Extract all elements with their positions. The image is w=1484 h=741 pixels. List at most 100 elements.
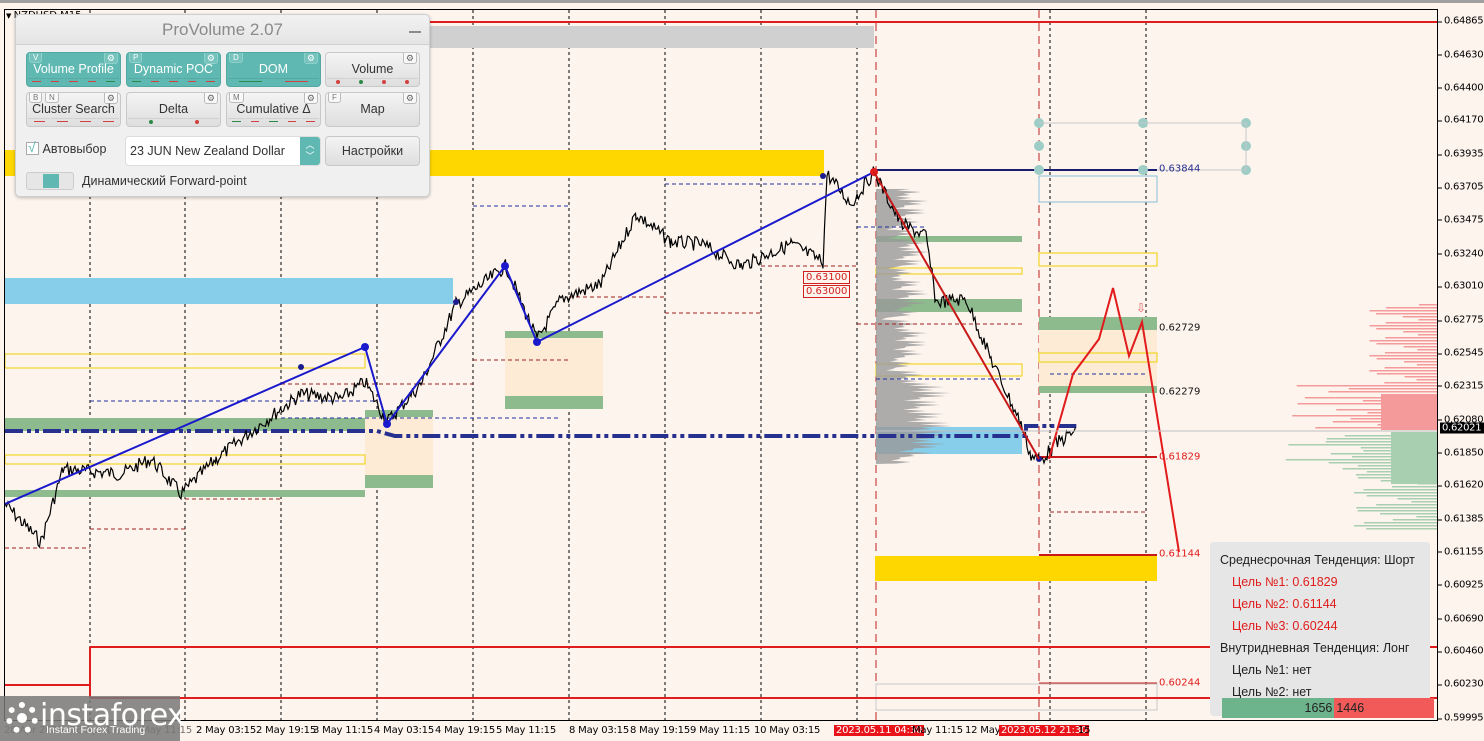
indicator-button-delta[interactable]: ⚙ Delta bbox=[126, 92, 221, 127]
dom-ask-bar bbox=[1402, 316, 1437, 318]
dom-bid-bar bbox=[1391, 432, 1437, 484]
price-mark-63000: 0.63000 bbox=[803, 285, 851, 298]
spinner-icon[interactable]: ︿ ﹀ bbox=[300, 137, 320, 165]
dom-bid-bar bbox=[1354, 525, 1437, 527]
dom-ask-bar bbox=[1376, 358, 1437, 360]
dom-ask-bar bbox=[1403, 331, 1437, 333]
dom-bid-bar bbox=[1380, 513, 1437, 515]
status-mark bbox=[97, 118, 119, 125]
dom-ask-bar bbox=[1384, 367, 1437, 369]
indicator-button-label: Cumulative Δ bbox=[236, 102, 311, 116]
dom-ask-bar bbox=[1384, 352, 1437, 354]
auto-select-checkbox[interactable]: Автовыбор bbox=[26, 139, 107, 156]
indicator-button-label: Volume bbox=[351, 62, 394, 76]
status-marks bbox=[228, 118, 320, 125]
volume-profile-histogram bbox=[876, 189, 954, 464]
swing-point bbox=[533, 338, 541, 346]
dom-bid-bar bbox=[1363, 522, 1437, 524]
status-mark bbox=[201, 78, 220, 85]
status-marks bbox=[128, 118, 219, 125]
status-mark bbox=[301, 118, 320, 125]
time-tick: 2023.05.12 21:30 bbox=[999, 725, 1090, 736]
indicator-button-map[interactable]: F ⚙ Map bbox=[325, 92, 420, 127]
price-tick: 0.64865 bbox=[1437, 15, 1484, 27]
indicator-button-label: Delta bbox=[158, 102, 189, 116]
dom-ask-bar bbox=[1376, 343, 1437, 345]
time-tick: 8 May 19:15 bbox=[630, 725, 691, 736]
time-axis[interactable]: 28 Apr 202328 Apr 19:151 May 11:152 May … bbox=[4, 721, 1438, 741]
time-tick: 15 bbox=[1078, 725, 1091, 736]
dom-ask-bar bbox=[1348, 388, 1437, 390]
dom-bid-bar bbox=[1376, 504, 1437, 506]
status-mark bbox=[101, 78, 120, 85]
panel-title-bar[interactable]: ProVolume 2.07 bbox=[16, 15, 429, 45]
status-mark bbox=[74, 118, 96, 125]
provolume-panel[interactable]: ProVolume 2.07 V ⚙ Volume Profile P ⚙ Dynamic… bbox=[15, 14, 430, 197]
status-mark bbox=[228, 78, 273, 85]
price-tick: 0.64400 bbox=[1437, 82, 1484, 94]
price-axis[interactable]: 0.64865 0.64630 0.64400 0.64170 0.63935 0.637… bbox=[1437, 9, 1484, 724]
dom-bid-bar bbox=[1354, 492, 1437, 494]
instrument-select[interactable]: 23 JUN New Zealand Dollar ︿ ﹀ bbox=[125, 136, 321, 166]
dom-bid-bar bbox=[1416, 516, 1437, 518]
medium-target-1: Цель №1: 0.61829 bbox=[1232, 575, 1338, 589]
indicator-button-label: Dynamic POC bbox=[133, 62, 214, 76]
status-mark bbox=[350, 78, 372, 85]
indicator-button-volume[interactable]: ⚙ Volume bbox=[325, 52, 420, 87]
sell-volume: 1446 bbox=[1334, 698, 1434, 718]
zigzag-trend-line bbox=[5, 171, 875, 505]
level-label-zone-bottom: 0.62279 bbox=[1159, 386, 1201, 398]
dom-ask-bar bbox=[1296, 385, 1437, 387]
down-arrow-icon: ⇩ bbox=[1136, 301, 1146, 315]
current-price-label: 0.62021 bbox=[1440, 422, 1484, 434]
dom-ask-bar bbox=[1386, 307, 1437, 309]
dom-bid-bar bbox=[1397, 498, 1437, 500]
indicator-button-dynamic-poc[interactable]: P ⚙ Dynamic POC bbox=[126, 52, 221, 87]
indicator-button-dom[interactable]: D ⚙ DOM bbox=[226, 52, 321, 87]
settings-button[interactable]: Настройки bbox=[325, 136, 420, 166]
dom-ask-bar bbox=[1416, 364, 1437, 366]
intraday-target-2: Цель №2: нет bbox=[1232, 685, 1312, 699]
price-tick: 0.60230 bbox=[1437, 678, 1484, 690]
time-tick: 3 May 11:15 bbox=[313, 725, 374, 736]
status-mark bbox=[146, 78, 164, 85]
status-mark bbox=[246, 118, 264, 125]
price-tick: 0.63475 bbox=[1437, 214, 1484, 226]
symbol-dropdown-icon[interactable]: ▼ bbox=[6, 12, 14, 20]
status-marks bbox=[28, 118, 119, 125]
status-mark bbox=[28, 78, 46, 85]
price-tick: 0.61385 bbox=[1437, 513, 1484, 525]
status-mark bbox=[274, 78, 319, 85]
swing-point bbox=[361, 343, 369, 351]
zone-bottom-bar bbox=[1039, 386, 1157, 393]
dom-ask-bar bbox=[1418, 304, 1437, 306]
dom-ask-bar bbox=[1403, 346, 1437, 348]
dom-ask-bar bbox=[1369, 370, 1437, 372]
dom-bid-bar bbox=[1363, 489, 1437, 491]
auto-select-label: Автовыбор bbox=[42, 142, 107, 156]
support-bar bbox=[365, 410, 433, 417]
price-tick: 0.60460 bbox=[1437, 645, 1484, 657]
checkbox-icon[interactable] bbox=[26, 139, 39, 155]
dom-ask-bar bbox=[1418, 319, 1437, 321]
status-mark bbox=[128, 78, 146, 85]
status-mark bbox=[83, 78, 101, 85]
status-mark bbox=[51, 118, 73, 125]
yellow-outline-zone bbox=[1038, 252, 1158, 267]
minimize-button[interactable] bbox=[409, 31, 421, 33]
indicator-button-cluster-search[interactable]: B N ⚙ Cluster Search bbox=[26, 92, 121, 127]
indicator-button-label: Cluster Search bbox=[32, 102, 115, 116]
time-tick: 10 May 03:15 bbox=[754, 725, 821, 736]
indicator-button-cumulative[interactable]: M ⚙ Cumulative Δ bbox=[226, 92, 321, 127]
indicator-button-label: Map bbox=[360, 102, 385, 116]
status-mark bbox=[128, 118, 173, 125]
indicator-button-volume-profile[interactable]: V ⚙ Volume Profile bbox=[26, 52, 121, 87]
price-tick: 0.61620 bbox=[1437, 479, 1484, 491]
price-tick: 0.64630 bbox=[1437, 49, 1484, 61]
dom-ask-bar bbox=[1404, 376, 1437, 378]
status-mark bbox=[174, 118, 219, 125]
dom-ask-bar bbox=[1376, 328, 1437, 330]
time-tick: 4 May 03:15 bbox=[374, 725, 435, 736]
forward-point-toggle[interactable] bbox=[26, 172, 74, 190]
dom-ask-bar bbox=[1369, 340, 1437, 342]
